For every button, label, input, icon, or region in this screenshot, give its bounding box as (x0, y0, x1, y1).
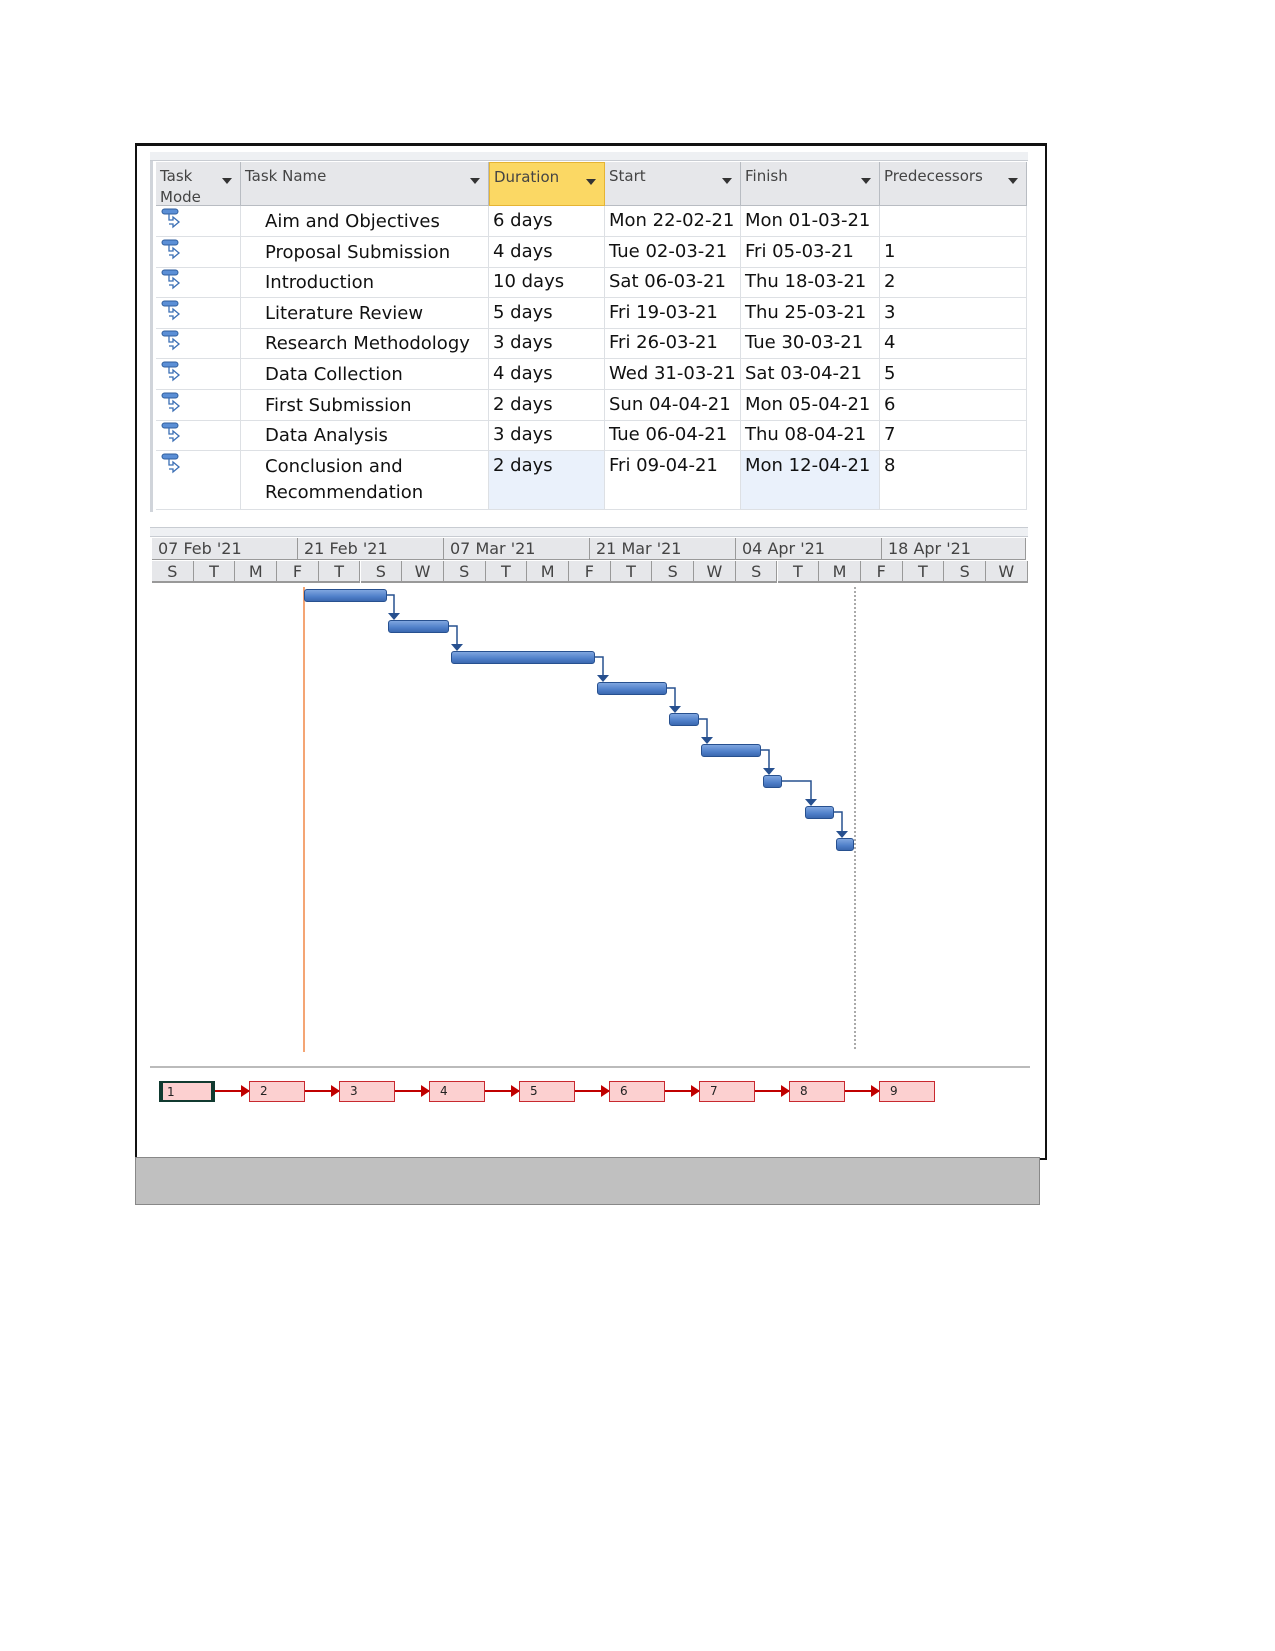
gantt-bar[interactable] (451, 651, 595, 664)
dependency-link (699, 718, 708, 738)
network-node[interactable]: 5 (519, 1081, 575, 1102)
network-link (755, 1085, 790, 1097)
link-arrow-icon (805, 799, 817, 806)
link-arrow-icon (701, 737, 713, 744)
dependency-link (449, 625, 458, 645)
network-link (395, 1085, 430, 1097)
gantt-bar[interactable] (701, 744, 761, 757)
network-link (665, 1085, 700, 1097)
gantt-bar[interactable] (304, 589, 387, 602)
network-node[interactable]: 9 (879, 1081, 935, 1102)
network-node[interactable]: 1 (159, 1081, 215, 1102)
link-arrow-icon (388, 613, 400, 620)
link-arrow-icon (451, 644, 463, 651)
gantt-bar[interactable] (669, 713, 699, 726)
network-node[interactable]: 6 (609, 1081, 665, 1102)
gantt-bar[interactable] (763, 775, 782, 788)
network-node[interactable]: 2 (249, 1081, 305, 1102)
network-node[interactable]: 8 (789, 1081, 845, 1102)
gantt-bar[interactable] (836, 838, 854, 851)
network-link (215, 1085, 250, 1097)
gantt-bar[interactable] (388, 620, 449, 633)
link-arrow-icon (763, 768, 775, 775)
link-arrow-icon (669, 706, 681, 713)
dependency-link (834, 811, 843, 832)
dependency-link (595, 656, 604, 676)
link-arrow-icon (597, 675, 609, 682)
network-link (485, 1085, 520, 1097)
network-node[interactable]: 7 (699, 1081, 755, 1102)
network-node[interactable]: 3 (339, 1081, 395, 1102)
dependency-link (782, 780, 812, 800)
status-band (135, 1157, 1040, 1205)
gantt-bar[interactable] (597, 682, 667, 695)
dependency-link (387, 594, 395, 614)
dependency-links (387, 594, 848, 838)
network-divider (150, 1066, 1030, 1068)
network-link (305, 1085, 340, 1097)
network-node[interactable]: 4 (429, 1081, 485, 1102)
network-link (575, 1085, 610, 1097)
dependency-link (667, 687, 676, 707)
gantt-bar[interactable] (805, 806, 834, 819)
dependency-link (761, 749, 770, 769)
link-arrow-icon (836, 831, 848, 838)
network-link (845, 1085, 880, 1097)
